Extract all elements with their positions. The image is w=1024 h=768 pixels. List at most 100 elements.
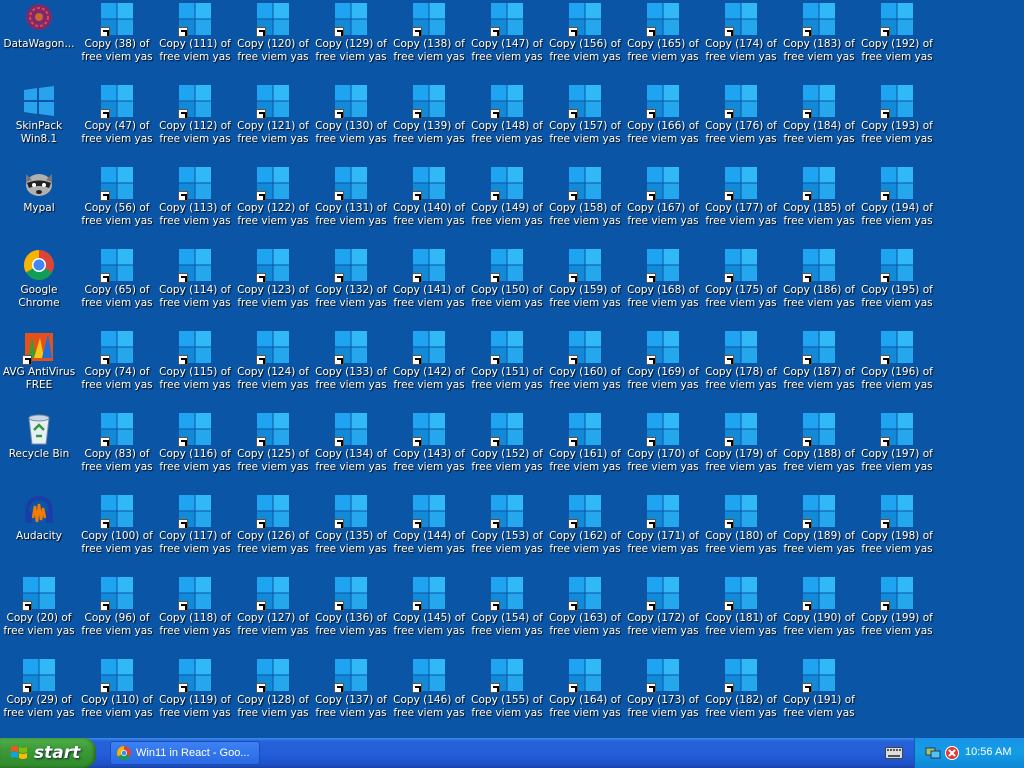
desktop-icon-copy-198[interactable]: Copy (198) of free viem yas (858, 492, 936, 572)
desktop-icon-copy-184[interactable]: Copy (184) of free viem yas (780, 82, 858, 162)
desktop-icon-copy-149[interactable]: Copy (149) of free viem yas (468, 164, 546, 244)
desktop-icon-copy-96[interactable]: Copy (96) of free viem yas (78, 574, 156, 654)
desktop-icon-copy-132[interactable]: Copy (132) of free viem yas (312, 246, 390, 326)
desktop-icon-copy-121[interactable]: Copy (121) of free viem yas (234, 82, 312, 162)
start-button[interactable]: start (0, 738, 96, 768)
desktop-icon-copy-180[interactable]: Copy (180) of free viem yas (702, 492, 780, 572)
desktop-icon-copy-163[interactable]: Copy (163) of free viem yas (546, 574, 624, 654)
security-alert-icon[interactable] (944, 746, 960, 760)
desktop-icon-copy-187[interactable]: Copy (187) of free viem yas (780, 328, 858, 408)
desktop-icon-copy-179[interactable]: Copy (179) of free viem yas (702, 410, 780, 490)
taskbar-button-chrome-window[interactable]: Win11 in React - Goo... (110, 741, 260, 765)
desktop-icon-copy-29[interactable]: Copy (29) of free viem yas (0, 656, 78, 736)
desktop-icon-copy-192[interactable]: Copy (192) of free viem yas (858, 0, 936, 80)
desktop-icon-copy-177[interactable]: Copy (177) of free viem yas (702, 164, 780, 244)
desktop-icon-copy-139[interactable]: Copy (139) of free viem yas (390, 82, 468, 162)
desktop-icon-copy-190[interactable]: Copy (190) of free viem yas (780, 574, 858, 654)
desktop-icon-copy-173[interactable]: Copy (173) of free viem yas (624, 656, 702, 736)
desktop-icon-copy-196[interactable]: Copy (196) of free viem yas (858, 328, 936, 408)
keyboard-icon[interactable] (885, 747, 903, 759)
desktop-icon-copy-141[interactable]: Copy (141) of free viem yas (390, 246, 468, 326)
desktop-icon-copy-128[interactable]: Copy (128) of free viem yas (234, 656, 312, 736)
desktop-icon-copy-158[interactable]: Copy (158) of free viem yas (546, 164, 624, 244)
desktop-icon-copy-193[interactable]: Copy (193) of free viem yas (858, 82, 936, 162)
desktop-icon-copy-172[interactable]: Copy (172) of free viem yas (624, 574, 702, 654)
desktop-icon-copy-137[interactable]: Copy (137) of free viem yas (312, 656, 390, 736)
desktop-icon-copy-110[interactable]: Copy (110) of free viem yas (78, 656, 156, 736)
clock[interactable]: 10:56 AM (965, 746, 1011, 758)
desktop-icon-copy-164[interactable]: Copy (164) of free viem yas (546, 656, 624, 736)
desktop-icon-copy-189[interactable]: Copy (189) of free viem yas (780, 492, 858, 572)
desktop-icon-copy-162[interactable]: Copy (162) of free viem yas (546, 492, 624, 572)
desktop-icon-copy-124[interactable]: Copy (124) of free viem yas (234, 328, 312, 408)
desktop-icon-copy-142[interactable]: Copy (142) of free viem yas (390, 328, 468, 408)
desktop-icon-copy-167[interactable]: Copy (167) of free viem yas (624, 164, 702, 244)
desktop-icon-copy-47[interactable]: Copy (47) of free viem yas (78, 82, 156, 162)
desktop-icon-copy-65[interactable]: Copy (65) of free viem yas (78, 246, 156, 326)
desktop-icon-copy-157[interactable]: Copy (157) of free viem yas (546, 82, 624, 162)
desktop-icon-copy-140[interactable]: Copy (140) of free viem yas (390, 164, 468, 244)
desktop-icon-copy-197[interactable]: Copy (197) of free viem yas (858, 410, 936, 490)
desktop-icon-copy-120[interactable]: Copy (120) of free viem yas (234, 0, 312, 80)
desktop-icon-copy-188[interactable]: Copy (188) of free viem yas (780, 410, 858, 490)
desktop-icon-copy-147[interactable]: Copy (147) of free viem yas (468, 0, 546, 80)
desktop-icon-mypal[interactable]: Mypal (0, 164, 78, 244)
desktop-icon-copy-138[interactable]: Copy (138) of free viem yas (390, 0, 468, 80)
desktop-icon-copy-178[interactable]: Copy (178) of free viem yas (702, 328, 780, 408)
desktop-icon-copy-131[interactable]: Copy (131) of free viem yas (312, 164, 390, 244)
desktop-icon-copy-159[interactable]: Copy (159) of free viem yas (546, 246, 624, 326)
desktop-icon-copy-175[interactable]: Copy (175) of free viem yas (702, 246, 780, 326)
desktop-icon-copy-122[interactable]: Copy (122) of free viem yas (234, 164, 312, 244)
desktop-icon-datawagon-[interactable]: DataWagon... (0, 0, 78, 80)
desktop-icon-copy-111[interactable]: Copy (111) of free viem yas (156, 0, 234, 80)
desktop-icon-copy-156[interactable]: Copy (156) of free viem yas (546, 0, 624, 80)
desktop-icon-copy-153[interactable]: Copy (153) of free viem yas (468, 492, 546, 572)
desktop-icon-copy-161[interactable]: Copy (161) of free viem yas (546, 410, 624, 490)
desktop-icon-copy-117[interactable]: Copy (117) of free viem yas (156, 492, 234, 572)
desktop-icon-avg-antivirus[interactable]: AVG AntiVirus FREE (0, 328, 78, 408)
desktop-icon-copy-160[interactable]: Copy (160) of free viem yas (546, 328, 624, 408)
desktop-icon-copy-146[interactable]: Copy (146) of free viem yas (390, 656, 468, 736)
desktop-icon-copy-186[interactable]: Copy (186) of free viem yas (780, 246, 858, 326)
desktop-icon-copy-176[interactable]: Copy (176) of free viem yas (702, 82, 780, 162)
desktop-icon-copy-171[interactable]: Copy (171) of free viem yas (624, 492, 702, 572)
desktop-icon-copy-20[interactable]: Copy (20) of free viem yas (0, 574, 78, 654)
desktop-icon-recycle-bin[interactable]: Recycle Bin (0, 410, 78, 490)
desktop-icon-copy-152[interactable]: Copy (152) of free viem yas (468, 410, 546, 490)
desktop-icon-copy-151[interactable]: Copy (151) of free viem yas (468, 328, 546, 408)
desktop-icon-copy-83[interactable]: Copy (83) of free viem yas (78, 410, 156, 490)
desktop-icon-copy-125[interactable]: Copy (125) of free viem yas (234, 410, 312, 490)
network-tray-icon[interactable] (925, 746, 941, 760)
desktop-icon-copy-56[interactable]: Copy (56) of free viem yas (78, 164, 156, 244)
desktop-icon-copy-129[interactable]: Copy (129) of free viem yas (312, 0, 390, 80)
desktop-icon-copy-134[interactable]: Copy (134) of free viem yas (312, 410, 390, 490)
desktop-icon-copy-154[interactable]: Copy (154) of free viem yas (468, 574, 546, 654)
desktop-icon-copy-183[interactable]: Copy (183) of free viem yas (780, 0, 858, 80)
desktop-icon-copy-126[interactable]: Copy (126) of free viem yas (234, 492, 312, 572)
desktop-icon-copy-118[interactable]: Copy (118) of free viem yas (156, 574, 234, 654)
desktop-icon-copy-181[interactable]: Copy (181) of free viem yas (702, 574, 780, 654)
desktop-icon-skinpack[interactable]: SkinPack Win8.1 (0, 82, 78, 162)
desktop-icon-copy-74[interactable]: Copy (74) of free viem yas (78, 328, 156, 408)
desktop-icon-copy-174[interactable]: Copy (174) of free viem yas (702, 0, 780, 80)
desktop-icon-copy-150[interactable]: Copy (150) of free viem yas (468, 246, 546, 326)
desktop-icon-copy-119[interactable]: Copy (119) of free viem yas (156, 656, 234, 736)
desktop-icon-copy-143[interactable]: Copy (143) of free viem yas (390, 410, 468, 490)
desktop-icon-copy-135[interactable]: Copy (135) of free viem yas (312, 492, 390, 572)
desktop-icon-copy-112[interactable]: Copy (112) of free viem yas (156, 82, 234, 162)
desktop-icon-copy-38[interactable]: Copy (38) of free viem yas (78, 0, 156, 80)
desktop-icon-copy-115[interactable]: Copy (115) of free viem yas (156, 328, 234, 408)
desktop-icon-copy-127[interactable]: Copy (127) of free viem yas (234, 574, 312, 654)
desktop-icon-copy-194[interactable]: Copy (194) of free viem yas (858, 164, 936, 244)
desktop-icon-copy-170[interactable]: Copy (170) of free viem yas (624, 410, 702, 490)
desktop-icon-google-chrome[interactable]: Google Chrome (0, 246, 78, 326)
desktop-icon-copy-165[interactable]: Copy (165) of free viem yas (624, 0, 702, 80)
desktop-icon-copy-195[interactable]: Copy (195) of free viem yas (858, 246, 936, 326)
desktop-icon-copy-166[interactable]: Copy (166) of free viem yas (624, 82, 702, 162)
desktop-icon-copy-114[interactable]: Copy (114) of free viem yas (156, 246, 234, 326)
desktop-icon-copy-100[interactable]: Copy (100) of free viem yas (78, 492, 156, 572)
desktop-icon-copy-191[interactable]: Copy (191) of free viem yas (780, 656, 858, 736)
desktop-icon-copy-199[interactable]: Copy (199) of free viem yas (858, 574, 936, 654)
desktop-icon-copy-185[interactable]: Copy (185) of free viem yas (780, 164, 858, 244)
desktop-icon-audacity[interactable]: Audacity (0, 492, 78, 572)
